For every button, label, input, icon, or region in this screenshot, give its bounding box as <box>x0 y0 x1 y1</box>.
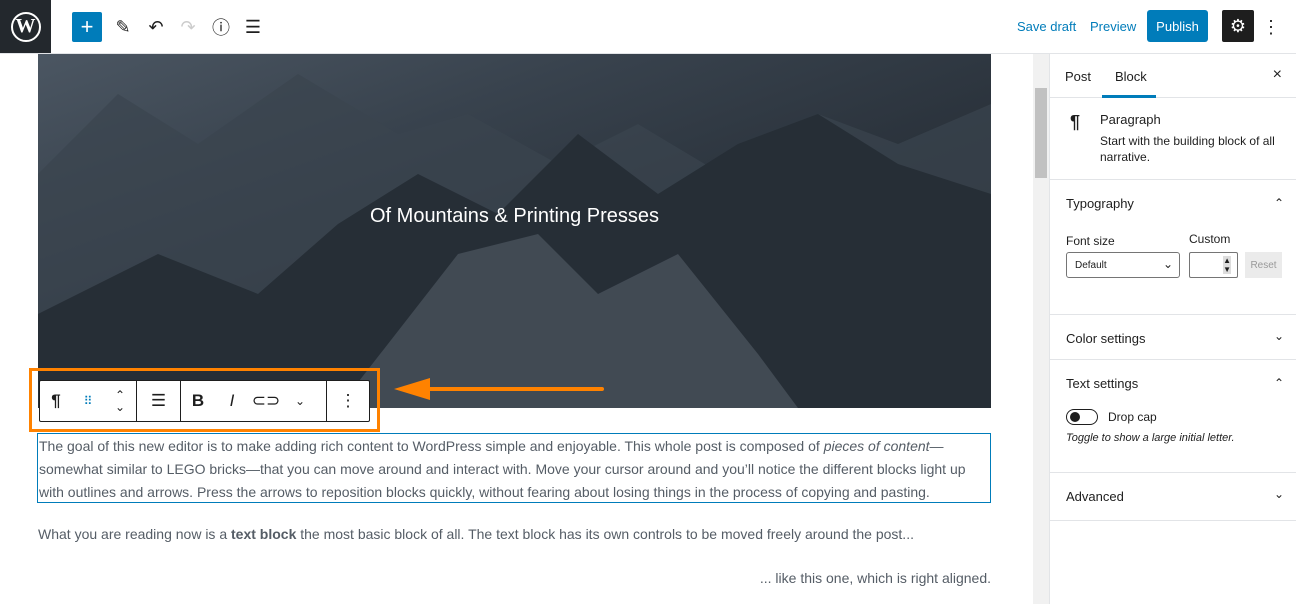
chevron-up-icon[interactable]: ⌃ <box>1274 196 1284 210</box>
block-description: Start with the building block of all nar… <box>1100 134 1275 164</box>
typography-panel-toggle[interactable]: Typography <box>1066 196 1134 211</box>
block-name: Paragraph <box>1100 112 1161 127</box>
chevron-down-icon[interactable]: ⌄ <box>1274 487 1284 501</box>
preview-button[interactable]: Preview <box>1090 19 1136 34</box>
drop-cap-help: Toggle to show a large initial letter. <box>1066 432 1235 444</box>
reset-button[interactable]: Reset <box>1245 252 1282 278</box>
custom-label: Custom <box>1189 232 1231 246</box>
editor-scrollbar[interactable] <box>1033 54 1049 604</box>
more-menu-icon[interactable]: ⋮ <box>1256 12 1286 42</box>
pencil-icon[interactable]: ✎ <box>108 12 138 42</box>
settings-sidebar: Post Block × ¶ Paragraph Start with the … <box>1049 54 1296 604</box>
text-settings-toggle[interactable]: Text settings <box>1066 376 1138 391</box>
highlight-box <box>29 368 380 432</box>
wordpress-logo[interactable]: W <box>0 0 51 53</box>
settings-gear-icon[interactable]: ⚙ <box>1222 10 1254 42</box>
publish-button[interactable]: Publish <box>1147 10 1208 42</box>
custom-font-size-input[interactable]: ▲ ▼ <box>1189 252 1238 278</box>
info-icon[interactable]: ⓘ <box>206 12 236 42</box>
right-aligned-paragraph[interactable]: ... like this one, which is right aligne… <box>760 570 991 586</box>
paragraph-icon: ¶ <box>1070 112 1081 132</box>
annotation-arrow-icon <box>394 378 604 400</box>
add-block-button[interactable]: + <box>72 12 102 42</box>
cover-block[interactable]: Of Mountains & Printing Presses <box>38 54 991 408</box>
font-size-select[interactable]: Default ⌄ <box>1066 252 1180 278</box>
cover-title[interactable]: Of Mountains & Printing Presses <box>38 205 991 228</box>
tab-block[interactable]: Block <box>1115 69 1147 84</box>
selected-paragraph-block[interactable]: The goal of this new editor is to make a… <box>37 433 991 503</box>
redo-icon[interactable]: ↷ <box>173 12 203 42</box>
font-size-label: Font size <box>1066 234 1115 248</box>
color-settings-toggle[interactable]: Color settings <box>1066 331 1145 346</box>
list-view-icon[interactable]: ☰ <box>238 12 268 42</box>
tab-post[interactable]: Post <box>1065 69 1091 84</box>
close-icon[interactable]: × <box>1273 66 1282 84</box>
paragraph-block[interactable]: What you are reading now is a text block… <box>38 526 914 542</box>
advanced-toggle[interactable]: Advanced <box>1066 489 1124 504</box>
drop-cap-label: Drop cap <box>1108 410 1157 424</box>
editor-header: W + ✎ ↶ ↷ ⓘ ☰ Save draft Preview Publish… <box>0 0 1296 54</box>
chevron-down-icon[interactable]: ⌄ <box>1274 329 1284 343</box>
mountain-image <box>38 74 991 408</box>
chevron-up-icon[interactable]: ⌃ <box>1274 376 1284 390</box>
save-draft-button[interactable]: Save draft <box>1017 19 1076 34</box>
undo-icon[interactable]: ↶ <box>141 12 171 42</box>
drop-cap-toggle[interactable] <box>1066 409 1098 425</box>
